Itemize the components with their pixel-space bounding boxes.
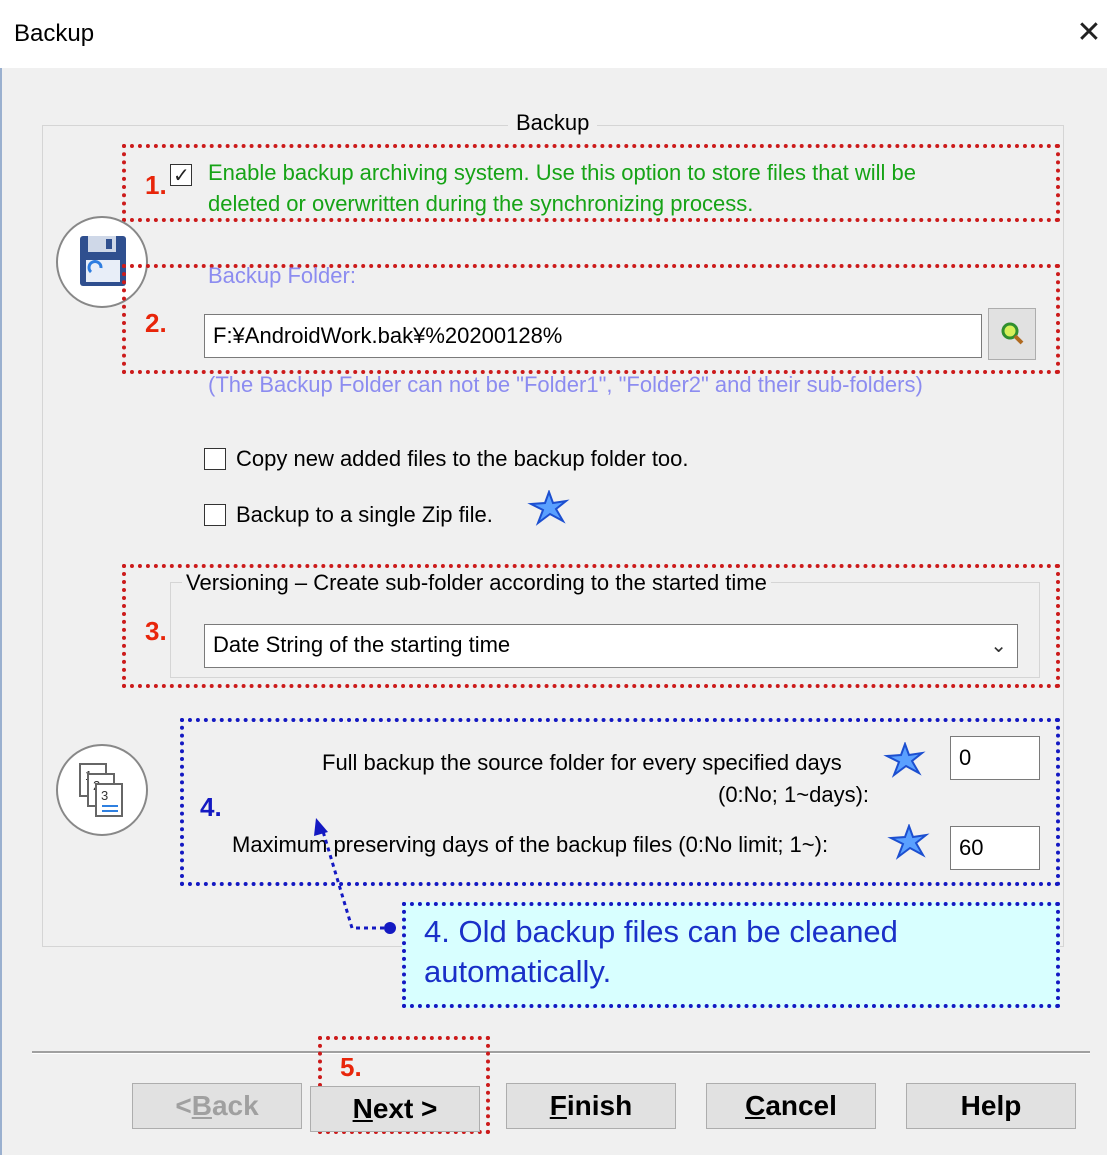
max-days-input[interactable]: [950, 826, 1040, 870]
new-feature-star-icon: [527, 490, 570, 526]
annotation-number-3: 3.: [145, 616, 167, 646]
single-zip-checkbox[interactable]: [204, 504, 226, 526]
footer-divider: [32, 1051, 1090, 1054]
finish-button-rest: inish: [566, 1090, 633, 1121]
magnifier-icon: [1001, 322, 1024, 345]
help-button[interactable]: Help: [906, 1083, 1076, 1129]
chevron-down-icon: ⌄: [990, 635, 1007, 657]
callout-text: 4. Old backup files can be cleaned autom…: [424, 914, 898, 989]
full-backup-label-line2: (0:No; 1~days):: [718, 782, 870, 807]
annotation-number-2: 2.: [145, 308, 167, 338]
callout-arrow-icon: [314, 818, 396, 934]
title-bar: [0, 0, 1107, 68]
new-feature-star-icon: [887, 824, 930, 860]
back-button-accel: B: [191, 1090, 212, 1121]
backup-folder-note: (The Backup Folder can not be "Folder1",…: [208, 372, 923, 397]
single-zip-label: Backup to a single Zip file.: [236, 502, 493, 527]
cancel-button-accel: C: [745, 1090, 766, 1121]
cancel-button[interactable]: Cancel: [706, 1083, 876, 1129]
copy-new-files-checkbox[interactable]: [204, 448, 226, 470]
group-title: Backup: [508, 110, 598, 136]
browse-folder-button[interactable]: [988, 308, 1036, 360]
copy-new-files-label: Copy new added files to the backup folde…: [236, 446, 689, 471]
versioning-legend: Versioning – Create sub-folder according…: [182, 570, 771, 596]
enable-backup-label-line1: Enable backup archiving system. Use this…: [208, 160, 917, 185]
close-button[interactable]: ✕: [1072, 14, 1106, 52]
annotation-number-1: 1.: [145, 170, 167, 200]
full-backup-label-line1: Full backup the source folder for every …: [322, 750, 842, 775]
back-button[interactable]: <Back: [132, 1083, 302, 1129]
finish-button[interactable]: Finish: [506, 1083, 676, 1129]
window-title: Backup: [14, 20, 95, 47]
enable-backup-checkbox[interactable]: [170, 163, 192, 188]
back-button-rest: ack: [211, 1090, 259, 1121]
window-border: [0, 68, 2, 1155]
versioning-pages-icon: 1 2 3: [56, 744, 148, 836]
backup-folder-label: Backup Folder:: [208, 263, 356, 288]
backup-folder-input[interactable]: [204, 314, 982, 358]
next-button[interactable]: Next >: [310, 1086, 480, 1132]
versioning-selected-value: Date String of the starting time: [213, 632, 511, 657]
next-button-accel: N: [352, 1093, 373, 1124]
next-button-rest: ext >: [372, 1093, 438, 1124]
back-button-prefix: <: [175, 1090, 192, 1121]
annotation-number-4: 4.: [200, 792, 222, 822]
full-backup-days-input[interactable]: [950, 736, 1040, 780]
finish-button-accel: F: [549, 1090, 567, 1121]
new-feature-star-icon: [883, 742, 926, 778]
enable-backup-label-line2: deleted or overwritten during the synchr…: [208, 191, 754, 216]
cancel-button-rest: ancel: [765, 1090, 837, 1121]
annotation-number-5: 5.: [340, 1052, 362, 1082]
versioning-dropdown[interactable]: Date String of the starting time ⌄: [204, 624, 1018, 668]
svg-text:3: 3: [101, 788, 108, 803]
